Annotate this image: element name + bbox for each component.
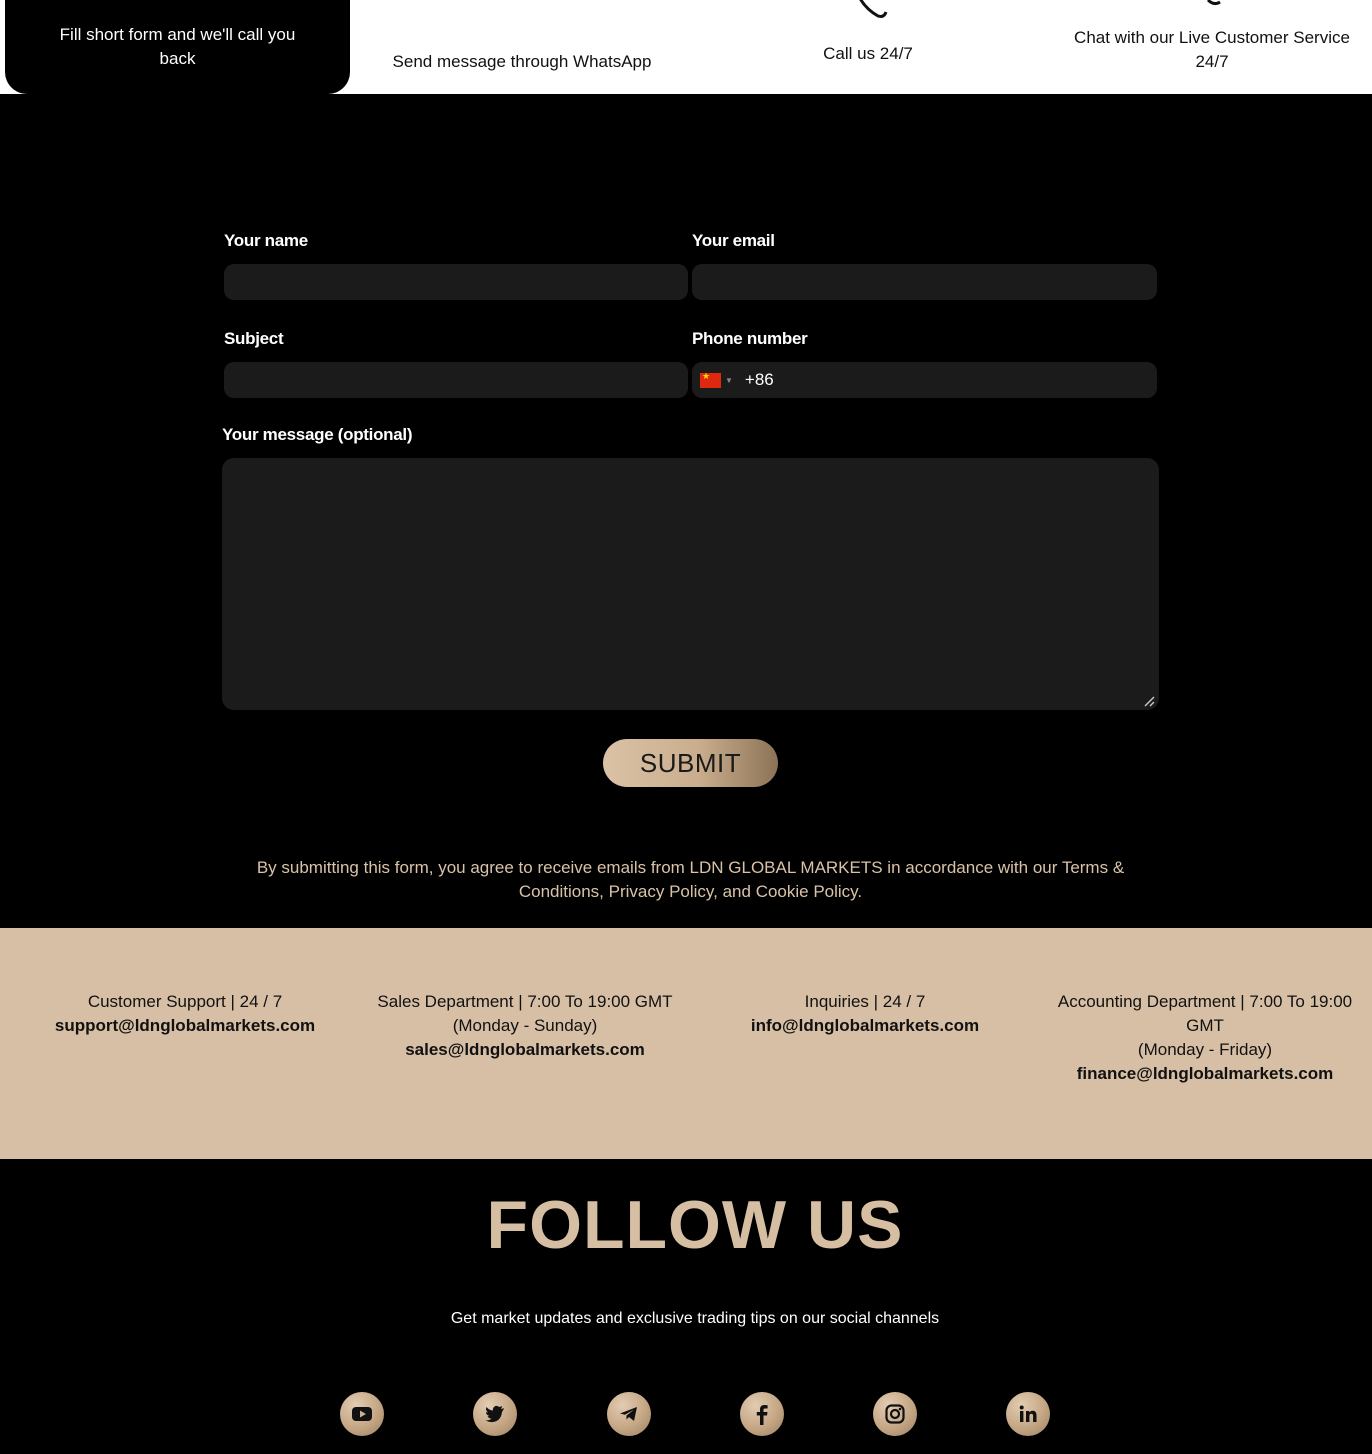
call-option-label: Call us 24/7: [823, 44, 913, 63]
resize-handle-icon[interactable]: [1143, 695, 1155, 707]
china-flag-icon[interactable]: [700, 371, 721, 388]
chevron-down-icon[interactable]: ▼: [725, 376, 733, 385]
follow-us-heading: FOLLOW US: [486, 1187, 904, 1263]
youtube-icon: [352, 1407, 372, 1421]
email-input[interactable]: [692, 264, 1157, 300]
live-chat-option-label: Chat with our Live Customer Service 24/7: [1074, 28, 1350, 71]
telegram-link[interactable]: [607, 1392, 651, 1436]
contact-options-strip: Fill short form and we'll call you back …: [0, 0, 1372, 94]
dept-email-link[interactable]: info@ldnglobalmarkets.com: [720, 1014, 1010, 1038]
dept-sales: Sales Department | 7:00 To 19:00 GMT (Mo…: [365, 990, 685, 1062]
linkedin-link[interactable]: [1006, 1392, 1050, 1436]
subject-input[interactable]: [224, 362, 688, 398]
twitter-icon: [485, 1405, 504, 1423]
phone-country-code: +86: [744, 370, 774, 389]
whatsapp-option[interactable]: Send message through WhatsApp: [372, 0, 672, 94]
instagram-icon: [885, 1404, 905, 1424]
phone-label: Phone number: [692, 329, 808, 348]
dept-hours: (Monday - Sunday): [452, 1016, 598, 1035]
whatsapp-option-label: Send message through WhatsApp: [392, 52, 652, 71]
departments-section: Customer Support | 24 / 7 support@ldnglo…: [0, 928, 1372, 1159]
twitter-link[interactable]: [473, 1392, 517, 1436]
dept-email-link[interactable]: support@ldnglobalmarkets.com: [40, 1014, 330, 1038]
email-label: Your email: [692, 231, 775, 250]
call-option[interactable]: Call us 24/7: [718, 0, 1018, 94]
phone-input[interactable]: ▼ +86: [692, 362, 1157, 398]
name-input[interactable]: [224, 264, 688, 300]
callback-form-option[interactable]: Fill short form and we'll call you back: [5, 0, 350, 94]
message-label: Your message (optional): [222, 425, 413, 444]
dept-accounting: Accounting Department | 7:00 To 19:00 GM…: [1045, 990, 1365, 1086]
submit-button-label: SUBMIT: [639, 747, 742, 778]
dept-inquiries: Inquiries | 24 / 7 info@ldnglobalmarkets…: [720, 990, 1010, 1038]
consent-notice: By submitting this form, you agree to re…: [256, 858, 1125, 901]
follow-us-subtitle: Get market updates and exclusive trading…: [450, 1310, 940, 1327]
whatsapp-icon: [492, 0, 552, 8]
chat-icon: [1206, 0, 1221, 6]
dept-email-link[interactable]: sales@ldnglobalmarkets.com: [365, 1038, 685, 1062]
name-label: Your name: [224, 231, 308, 250]
dept-title: Sales Department | 7:00 To 19:00 GMT: [377, 992, 673, 1011]
dept-email-link[interactable]: finance@ldnglobalmarkets.com: [1045, 1062, 1365, 1086]
callback-form-label: Fill short form and we'll call you back: [59, 25, 296, 68]
dept-customer-support: Customer Support | 24 / 7 support@ldnglo…: [40, 990, 330, 1038]
dept-title: Accounting Department | 7:00 To 19:00 GM…: [1057, 992, 1353, 1035]
phone-icon: [859, 0, 888, 18]
telegram-icon: [620, 1407, 637, 1421]
dept-title: Inquiries | 24 / 7: [804, 992, 926, 1011]
facebook-icon: [756, 1405, 768, 1425]
facebook-link[interactable]: [740, 1392, 784, 1436]
instagram-link[interactable]: [873, 1392, 917, 1436]
dept-title: Customer Support | 24 / 7: [87, 992, 283, 1011]
submit-button[interactable]: SUBMIT: [603, 739, 778, 787]
message-textarea[interactable]: [222, 458, 1159, 710]
youtube-link[interactable]: [340, 1392, 384, 1436]
linkedin-icon: [1019, 1405, 1037, 1422]
social-links: [340, 1392, 1060, 1436]
dept-hours: (Monday - Friday): [1137, 1040, 1273, 1059]
live-chat-option[interactable]: Chat with our Live Customer Service 24/7: [1062, 0, 1362, 94]
subject-label: Subject: [224, 329, 284, 348]
